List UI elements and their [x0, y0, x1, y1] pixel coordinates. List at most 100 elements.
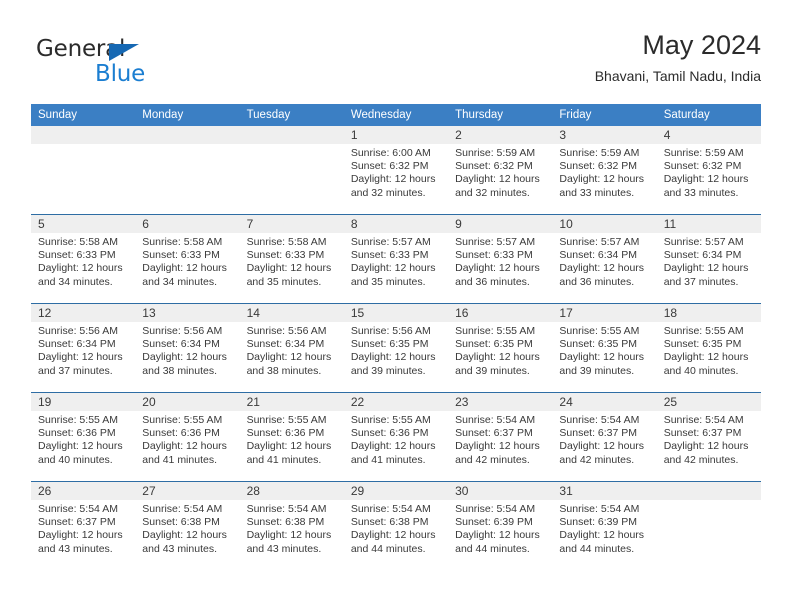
calendar-day-cell[interactable]: 26 Sunrise: 5:54 AM Sunset: 6:37 PM Dayligh…	[31, 481, 136, 570]
day-details: Sunrise: 5:55 AM Sunset: 6:36 PM Daylight:…	[240, 411, 344, 467]
calendar-day-cell[interactable]: 17 Sunrise: 5:55 AM Sunset: 6:35 PM Dayligh…	[552, 303, 657, 393]
calendar-day-cell[interactable]: 2 Sunrise: 5:59 AM Sunset: 6:32 PM Daylight…	[448, 126, 553, 215]
daylight-duration-line1: Daylight: 12 hours	[38, 440, 123, 453]
calendar-day-cell[interactable]: 14 Sunrise: 5:56 AM Sunset: 6:34 PM Dayligh…	[239, 303, 344, 393]
calendar-day-cell[interactable]	[31, 126, 136, 215]
calendar-day-cell[interactable]: 16 Sunrise: 5:55 AM Sunset: 6:35 PM Dayligh…	[448, 303, 553, 393]
sunrise-time: Sunrise: 5:55 AM	[559, 325, 640, 337]
daylight-duration-line2: and 33 minutes.	[663, 186, 739, 199]
daylight-duration-line1: Daylight: 12 hours	[142, 262, 227, 275]
daylight-duration-line2: and 37 minutes.	[663, 275, 739, 288]
day-number: 5	[31, 215, 136, 233]
daylight-duration-line2: and 41 minutes.	[142, 453, 217, 466]
daylight-duration-line2: and 42 minutes.	[455, 453, 530, 466]
daylight-duration-line1: Daylight: 12 hours	[38, 351, 123, 364]
sunrise-time: Sunrise: 5:54 AM	[350, 503, 431, 515]
sunrise-time: Sunrise: 5:56 AM	[38, 325, 118, 337]
general-blue-logo[interactable]: General Blue	[36, 36, 236, 94]
calendar-day-cell[interactable]: 31 Sunrise: 5:54 AM Sunset: 6:39 PM Dayligh…	[552, 481, 657, 570]
day-number: 17	[552, 304, 657, 322]
day-details: Sunrise: 5:56 AM Sunset: 6:34 PM Daylight:…	[135, 322, 239, 378]
day-cell-inner	[135, 126, 240, 214]
calendar-day-cell[interactable]: 21 Sunrise: 5:55 AM Sunset: 6:36 PM Dayligh…	[239, 392, 344, 482]
daylight-duration-line2: and 43 minutes.	[38, 542, 113, 555]
day-cell-inner: 21 Sunrise: 5:55 AM Sunset: 6:36 PM Dayligh…	[239, 393, 344, 481]
daylight-duration-line1: Daylight: 12 hours	[38, 262, 123, 275]
day-cell-inner: 2 Sunrise: 5:59 AM Sunset: 6:32 PM Daylight…	[448, 126, 553, 214]
daylight-duration-line1: Daylight: 12 hours	[246, 529, 332, 542]
calendar-day-cell[interactable]: 4 Sunrise: 5:59 AM Sunset: 6:32 PM Daylight…	[656, 126, 761, 215]
day-number: 4	[656, 126, 761, 144]
day-details: Sunrise: 5:55 AM Sunset: 6:35 PM Daylight:…	[552, 322, 656, 378]
sunrise-time: Sunrise: 5:55 AM	[455, 325, 536, 337]
daylight-duration-line2: and 41 minutes.	[246, 453, 322, 466]
daylight-duration-line2: and 43 minutes.	[142, 542, 217, 555]
calendar-day-cell[interactable]: 19 Sunrise: 5:55 AM Sunset: 6:36 PM Dayligh…	[31, 392, 136, 482]
calendar-day-cell[interactable]: 22 Sunrise: 5:55 AM Sunset: 6:36 PM Dayligh…	[343, 392, 449, 482]
logo-text-blue: Blue	[95, 61, 146, 87]
calendar-day-cell[interactable]: 29 Sunrise: 5:54 AM Sunset: 6:38 PM Dayligh…	[343, 481, 449, 570]
sunset-time: Sunset: 6:35 PM	[559, 338, 638, 351]
daylight-duration-line1: Daylight: 12 hours	[455, 173, 540, 186]
calendar-day-cell[interactable]: 7 Sunrise: 5:58 AM Sunset: 6:33 PM Daylight…	[239, 214, 344, 304]
calendar-day-cell[interactable]	[656, 481, 761, 570]
calendar-day-cell[interactable]: 18 Sunrise: 5:55 AM Sunset: 6:35 PM Dayligh…	[656, 303, 761, 393]
calendar-day-cell[interactable]: 10 Sunrise: 5:57 AM Sunset: 6:34 PM Dayligh…	[552, 214, 657, 304]
day-number: 6	[135, 215, 240, 233]
sunrise-time: Sunrise: 5:59 AM	[663, 147, 744, 159]
daylight-duration-line1: Daylight: 12 hours	[142, 351, 227, 364]
sunset-time: Sunset: 6:37 PM	[455, 427, 533, 440]
day-details: Sunrise: 6:00 AM Sunset: 6:32 PM Daylight:…	[344, 144, 448, 200]
calendar-day-cell[interactable]: 11 Sunrise: 5:57 AM Sunset: 6:34 PM Dayligh…	[656, 214, 761, 304]
calendar-day-cell[interactable]: 5 Sunrise: 5:58 AM Sunset: 6:33 PM Daylight…	[31, 214, 136, 304]
sunset-time: Sunset: 6:33 PM	[38, 249, 116, 262]
sunrise-time: Sunrise: 5:54 AM	[38, 503, 118, 515]
daylight-duration-line1: Daylight: 12 hours	[350, 173, 436, 186]
calendar-day-cell[interactable]: 6 Sunrise: 5:58 AM Sunset: 6:33 PM Daylight…	[135, 214, 240, 304]
calendar-day-cell[interactable]: 25 Sunrise: 5:54 AM Sunset: 6:37 PM Dayligh…	[656, 392, 761, 482]
sunrise-time: Sunrise: 5:56 AM	[142, 325, 223, 337]
calendar-day-cell[interactable]: 30 Sunrise: 5:54 AM Sunset: 6:39 PM Dayligh…	[448, 481, 553, 570]
day-number: 12	[31, 304, 136, 322]
calendar-day-cell[interactable]	[135, 126, 240, 215]
calendar-day-cell[interactable]: 28 Sunrise: 5:54 AM Sunset: 6:38 PM Dayligh…	[239, 481, 344, 570]
daylight-duration-line2: and 38 minutes.	[246, 364, 322, 377]
sunrise-sunset-calendar: Sunday Monday Tuesday Wednesday Thursday…	[31, 104, 761, 570]
daylight-duration-line1: Daylight: 12 hours	[663, 173, 749, 186]
daylight-duration-line1: Daylight: 12 hours	[350, 262, 436, 275]
sunset-time: Sunset: 6:33 PM	[142, 249, 220, 262]
daylight-duration-line2: and 36 minutes.	[455, 275, 530, 288]
calendar-day-cell[interactable]: 23 Sunrise: 5:54 AM Sunset: 6:37 PM Dayligh…	[448, 392, 553, 482]
daylight-duration-line1: Daylight: 12 hours	[455, 440, 540, 453]
sunrise-time: Sunrise: 5:59 AM	[559, 147, 640, 159]
calendar-day-cell[interactable]: 15 Sunrise: 5:56 AM Sunset: 6:35 PM Dayligh…	[343, 303, 449, 393]
calendar-day-cell[interactable]: 12 Sunrise: 5:56 AM Sunset: 6:34 PM Dayligh…	[31, 303, 136, 393]
sunset-time: Sunset: 6:34 PM	[142, 338, 220, 351]
day-number: 31	[552, 482, 657, 500]
sunrise-time: Sunrise: 5:54 AM	[246, 503, 327, 515]
day-cell-inner: 15 Sunrise: 5:56 AM Sunset: 6:35 PM Dayligh…	[343, 304, 449, 392]
daylight-duration-line1: Daylight: 12 hours	[559, 262, 645, 275]
day-cell-inner: 24 Sunrise: 5:54 AM Sunset: 6:37 PM Dayligh…	[552, 393, 657, 481]
daylight-duration-line2: and 44 minutes.	[350, 542, 426, 555]
sunrise-time: Sunrise: 5:57 AM	[559, 236, 640, 248]
page-title: May 2024	[642, 30, 761, 60]
day-cell-inner: 19 Sunrise: 5:55 AM Sunset: 6:36 PM Dayligh…	[31, 393, 136, 481]
calendar-day-cell[interactable]: 3 Sunrise: 5:59 AM Sunset: 6:32 PM Daylight…	[552, 126, 657, 215]
calendar-day-cell[interactable]: 20 Sunrise: 5:55 AM Sunset: 6:36 PM Dayligh…	[135, 392, 240, 482]
day-number: 11	[656, 215, 761, 233]
day-details: Sunrise: 5:54 AM Sunset: 6:37 PM Daylight:…	[552, 411, 656, 467]
day-number: 23	[448, 393, 553, 411]
calendar-day-cell[interactable]: 13 Sunrise: 5:56 AM Sunset: 6:34 PM Dayligh…	[135, 303, 240, 393]
daylight-duration-line1: Daylight: 12 hours	[663, 440, 749, 453]
calendar-day-cell[interactable]: 27 Sunrise: 5:54 AM Sunset: 6:38 PM Dayligh…	[135, 481, 240, 570]
calendar-day-cell[interactable]: 24 Sunrise: 5:54 AM Sunset: 6:37 PM Dayligh…	[552, 392, 657, 482]
calendar-day-cell[interactable]: 8 Sunrise: 5:57 AM Sunset: 6:33 PM Daylight…	[343, 214, 449, 304]
calendar-week-row: 12 Sunrise: 5:56 AM Sunset: 6:34 PM Dayligh…	[31, 303, 761, 393]
calendar-week-row: 26 Sunrise: 5:54 AM Sunset: 6:37 PM Dayligh…	[31, 481, 761, 570]
calendar-day-cell[interactable]	[239, 126, 344, 215]
calendar-day-cell[interactable]: 9 Sunrise: 5:57 AM Sunset: 6:33 PM Daylight…	[448, 214, 553, 304]
sunset-time: Sunset: 6:32 PM	[663, 160, 742, 173]
calendar-day-cell[interactable]: 1 Sunrise: 6:00 AM Sunset: 6:32 PM Daylight…	[343, 126, 449, 215]
day-cell-inner: 30 Sunrise: 5:54 AM Sunset: 6:39 PM Dayligh…	[448, 482, 553, 570]
